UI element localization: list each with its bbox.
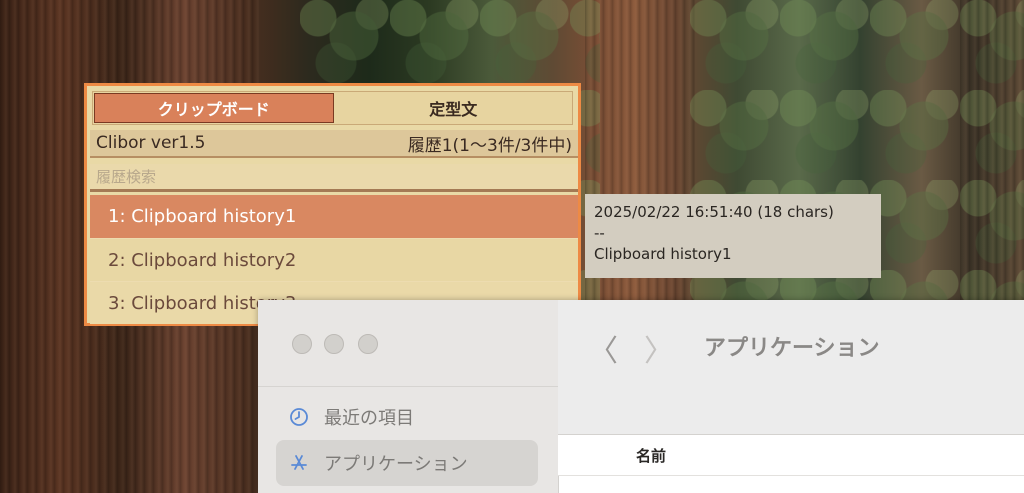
history-search-box [90,164,578,192]
desktop: クリップボード 定型文 Clibor ver1.5 履歴1(1～3件/3件中) … [0,0,1024,493]
history-item-2[interactable]: 2: Clipboard history2 [90,238,578,281]
version-label: Clibor ver1.5 [96,133,206,153]
applications-icon [288,452,310,474]
clibor-window: クリップボード 定型文 Clibor ver1.5 履歴1(1～3件/3件中) … [84,83,581,326]
close-window-button[interactable] [292,334,312,354]
sidebar-item-label: 最近の項目 [324,408,414,429]
back-button[interactable]: 〈 [588,326,618,370]
tooltip-separator: -- [594,224,605,242]
tab-template[interactable]: 定型文 [335,92,573,124]
tab-clipboard[interactable]: クリップボード [94,93,334,123]
tooltip-timestamp: 2025/02/22 16:51:40 (18 chars) [594,203,834,221]
tooltip-content: Clipboard history1 [594,245,732,263]
history-search-input[interactable] [90,164,578,189]
column-header-row: 名前 [558,435,1024,476]
finder-toolbar: 〈 〉 アプリケーション [558,300,1024,435]
sidebar-item-label: アプリケーション [324,454,468,475]
column-header-name[interactable]: 名前 [636,445,666,466]
clock-icon [288,406,310,428]
clibor-info-bar: Clibor ver1.5 履歴1(1～3件/3件中) [90,130,578,158]
forward-button[interactable]: 〉 [644,326,674,370]
history-preview-tooltip: 2025/02/22 16:51:40 (18 chars) -- Clipbo… [585,194,881,278]
finder-window: 最近の項目 アプリケーション 〈 〉 アプリケーション 名前 [258,300,1024,493]
minimize-window-button[interactable] [324,334,344,354]
history-item-1[interactable]: 1: Clipboard history1 [90,195,578,238]
location-title: アプリケーション [704,336,880,361]
history-range-label: 履歴1(1～3件/3件中) [407,135,572,156]
finder-sidebar: 最近の項目 アプリケーション [258,300,559,493]
zoom-window-button[interactable] [358,334,378,354]
clibor-tab-bar: クリップボード 定型文 [92,91,573,125]
sidebar-item-recents[interactable]: 最近の項目 [276,394,538,440]
sidebar-item-applications[interactable]: アプリケーション [276,440,538,486]
sidebar-divider [258,386,558,387]
